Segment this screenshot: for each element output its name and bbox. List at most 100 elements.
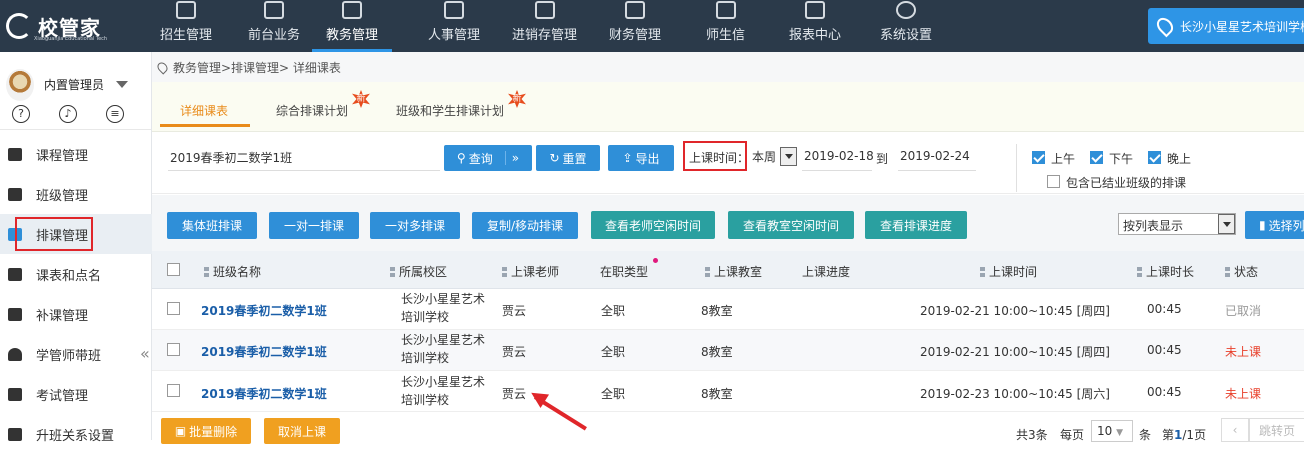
school-selector[interactable]: 长沙小星星艺术培训学校 (1148, 8, 1304, 44)
tab-label: 班级和学生排课计划 (396, 104, 505, 118)
th-status[interactable]: 状态 (1225, 263, 1258, 280)
class-name-link[interactable]: 2019春季初二数学1班 (201, 302, 327, 319)
new-dot-indicator (653, 258, 658, 263)
class-search-input[interactable]: 2019春季初二数学1班 (168, 144, 440, 171)
choose-columns-label: 选择列 (1268, 218, 1304, 233)
am-checkbox[interactable] (1032, 151, 1045, 164)
th-campus[interactable]: 所属校区 (390, 263, 447, 280)
teacher-free-time-button[interactable]: 查看老师空闲时间 (591, 211, 715, 239)
gear-icon (896, 1, 916, 19)
row-checkbox[interactable] (167, 384, 180, 397)
period-value: 本周 (752, 150, 777, 164)
nav-messages[interactable]: 师生信 (706, 0, 745, 52)
pm-label: 下午 (1109, 152, 1134, 166)
logo[interactable]: 校管家 Xiaoguanjia Educational Tech (0, 0, 150, 52)
tab-class-student-plan[interactable]: 班级和学生排课计划新 (396, 90, 526, 119)
date-to-input[interactable]: 2019-02-24 (898, 144, 976, 171)
batch-delete-button[interactable]: ▣ 批量删除 (161, 418, 251, 444)
check-list-icon (8, 267, 22, 281)
class-name-link[interactable]: 2019春季初二数学1班 (201, 385, 327, 402)
one-on-one-schedule-button[interactable]: 一对一排课 (269, 212, 359, 239)
th-classroom[interactable]: 上课教室 (705, 263, 762, 280)
page-indicator: 第1/1页 (1162, 426, 1206, 443)
help-icon[interactable]: ? (12, 105, 30, 123)
copy-move-schedule-button[interactable]: 复制/移动排课 (472, 212, 578, 239)
nav-inventory[interactable]: 进销存管理 (512, 0, 577, 52)
breadcrumb-text: 教务管理>排课管理> 详细课表 (173, 60, 341, 75)
sidebar-item-label: 班级管理 (36, 188, 89, 204)
type-cell: 全职 (601, 304, 626, 318)
room-cell: 8教室 (701, 387, 733, 401)
total-count: 共3条 (1016, 428, 1048, 442)
sidebar-item-advisor[interactable]: 学管师带班 (0, 334, 152, 374)
choose-columns-button[interactable]: ▮ 选择列 (1245, 211, 1304, 239)
edit-icon (534, 1, 555, 19)
row-checkbox[interactable] (167, 302, 180, 315)
upload-icon: ⇪ (622, 151, 633, 165)
avatar[interactable] (6, 69, 34, 101)
user-name[interactable]: 内置管理员 (44, 76, 104, 93)
nav-label: 系统设置 (880, 28, 933, 43)
sidebar-item-timetable[interactable]: 课表和点名 (0, 254, 152, 294)
duration-cell: 00:45 (1147, 343, 1182, 357)
nav-label: 师生信 (706, 28, 746, 43)
chevron-down-icon (1218, 214, 1235, 234)
nav-enrollment[interactable]: 招生管理 (160, 0, 212, 52)
period-select[interactable]: 本周 (752, 147, 798, 166)
bell-icon[interactable]: ♪ (59, 105, 77, 123)
include-finished-checkbox[interactable] (1047, 175, 1060, 188)
cashier-icon (625, 1, 645, 19)
nav-front-desk[interactable]: 前台业务 (248, 0, 300, 52)
per-page-select[interactable]: 10 ▼ (1091, 420, 1133, 442)
th-label: 上课老师 (511, 265, 560, 279)
sidebar-item-class[interactable]: 班级管理 (0, 174, 152, 214)
tab-detail-schedule[interactable]: 详细课表 (180, 102, 228, 119)
evening-checkbox[interactable] (1148, 151, 1161, 164)
nav-academic[interactable]: 教务管理 (312, 0, 393, 52)
sort-icon (204, 267, 209, 277)
sidebar-item-label: 补课管理 (36, 308, 89, 324)
one-to-many-schedule-button[interactable]: 一对多排课 (370, 212, 460, 239)
th-label: 上课时间 (989, 265, 1038, 279)
tab-overall-plan[interactable]: 综合排课计划新 (276, 90, 370, 119)
sidebar-item-course[interactable]: 课程管理 (0, 134, 152, 174)
message-icon[interactable]: ≡ (106, 105, 124, 123)
cancel-class-button[interactable]: 取消上课 (264, 418, 340, 444)
nav-settings[interactable]: 系统设置 (880, 0, 932, 52)
select-all-checkbox[interactable] (167, 263, 180, 276)
date-from-input[interactable]: 2019-02-18 (802, 144, 874, 171)
reset-button[interactable]: ↻ 重置 (536, 145, 600, 171)
class-name-link[interactable]: 2019春季初二数学1班 (201, 343, 327, 360)
collapse-sidebar-icon[interactable]: « (140, 344, 150, 363)
folder-icon (342, 1, 362, 19)
group-class-schedule-button[interactable]: 集体班排课 (167, 212, 257, 239)
view-mode-select[interactable]: 按列表显示 (1118, 213, 1236, 235)
chevron-down-icon[interactable] (116, 81, 128, 88)
schedule-progress-button[interactable]: 查看排课进度 (865, 211, 967, 239)
view-mode-value: 按列表显示 (1123, 219, 1184, 233)
nav-hr[interactable]: 人事管理 (428, 0, 480, 52)
sidebar-item-upgrade[interactable]: 升班关系设置 (0, 414, 152, 454)
nav-finance[interactable]: 财务管理 (609, 0, 661, 52)
user-panel: 内置管理员 ? ♪ ≡ (0, 52, 151, 130)
pm-checkbox[interactable] (1090, 151, 1103, 164)
status-badge: 已取消 (1225, 304, 1262, 318)
th-class-time[interactable]: 上课时间 (980, 263, 1037, 280)
room-free-time-button[interactable]: 查看教室空闲时间 (728, 211, 854, 239)
nav-label: 前台业务 (248, 28, 301, 43)
th-teacher[interactable]: 上课老师 (502, 263, 559, 280)
row-checkbox[interactable] (167, 343, 180, 356)
th-duration[interactable]: 上课时长 (1137, 263, 1194, 280)
nav-reports[interactable]: 报表中心 (789, 0, 841, 52)
export-button[interactable]: ⇪ 导出 (608, 145, 674, 171)
active-tab-indicator (160, 124, 250, 127)
th-class-name[interactable]: 班级名称 (204, 263, 261, 280)
prev-page-button[interactable]: ‹ (1221, 418, 1249, 442)
nav-label: 报表中心 (789, 28, 842, 43)
sort-icon (1225, 267, 1230, 277)
sidebar-item-exam[interactable]: 考试管理 (0, 374, 152, 414)
sidebar-item-makeup[interactable]: 补课管理 (0, 294, 152, 334)
chevron-down-icon: ▼ (1116, 428, 1124, 438)
query-button[interactable]: ⚲ 查询 » (444, 145, 532, 171)
jump-page-button[interactable]: 跳转页 (1249, 418, 1304, 442)
